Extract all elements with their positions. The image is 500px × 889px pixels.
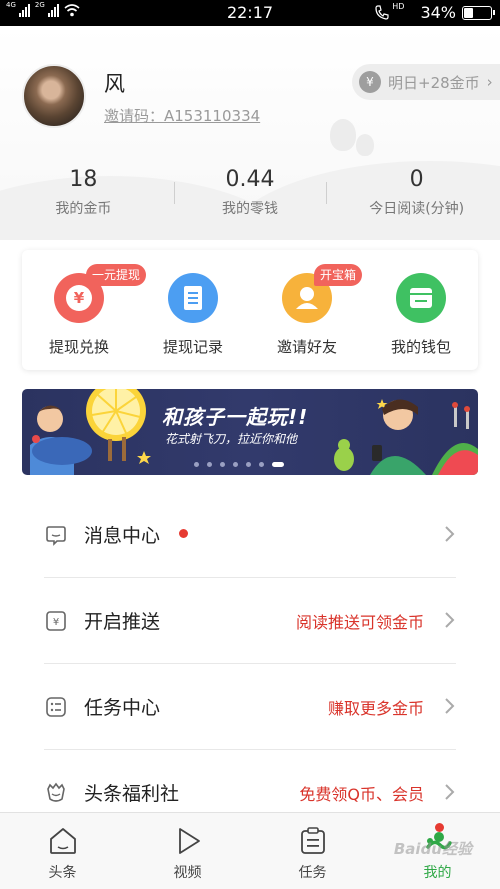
wallet-icon bbox=[396, 273, 446, 323]
avatar[interactable] bbox=[22, 64, 86, 128]
record-icon bbox=[168, 273, 218, 323]
carousel-dot[interactable] bbox=[259, 462, 264, 467]
watermark-logo: Baidu经验 bbox=[393, 840, 472, 858]
promo-banner[interactable]: 和孩子一起玩!! 花式射飞刀，拉近你和他 bbox=[22, 389, 478, 475]
menu-title: 消息中心 bbox=[84, 525, 161, 547]
stat-label: 我的零钱 bbox=[222, 201, 278, 217]
menu-hint: 赚取更多金币 bbox=[327, 699, 424, 718]
carousel-dot[interactable] bbox=[194, 462, 199, 467]
menu-hint: 阅读推送可领金币 bbox=[295, 613, 424, 632]
action-badge: 开宝箱 bbox=[314, 264, 363, 286]
stat-reading[interactable]: 0 今日阅读(分钟) bbox=[333, 166, 500, 226]
push-icon: ¥ bbox=[46, 611, 66, 631]
tab-home[interactable]: 头条 bbox=[0, 813, 125, 889]
chevron-right-icon bbox=[445, 698, 455, 714]
action-label: 提现记录 bbox=[162, 338, 223, 356]
carousel-dot[interactable] bbox=[272, 462, 284, 467]
stat-value: 18 bbox=[69, 167, 98, 192]
banner-subtitle: 花式射飞刀，拉近你和他 bbox=[165, 432, 298, 446]
tomorrow-bonus-button[interactable]: ¥ 明日+28金币 › bbox=[352, 64, 500, 100]
carousel-dot[interactable] bbox=[220, 462, 225, 467]
action-withdraw[interactable]: ¥ 一元提现 提现兑换 bbox=[22, 250, 147, 370]
notification-dot bbox=[435, 823, 444, 832]
wallet-glyph bbox=[410, 288, 432, 308]
action-records[interactable]: 提现记录 bbox=[136, 250, 250, 370]
user-name: 风 bbox=[104, 72, 125, 96]
menu-title: 任务中心 bbox=[84, 697, 161, 719]
chevron-right-icon bbox=[445, 526, 455, 542]
menu-row-tasks[interactable]: 任务中心 赚取更多金币 bbox=[0, 664, 500, 750]
chevron-right-icon bbox=[445, 784, 455, 800]
chevron-right-icon: › bbox=[486, 73, 493, 91]
action-label: 邀请好友 bbox=[276, 338, 337, 356]
task-list-icon bbox=[46, 697, 66, 717]
menu-hint: 免费领Q币、会员 bbox=[299, 785, 424, 804]
action-card: ¥ 一元提现 提现兑换 提现记录 开宝箱 邀请好友 我的钱包 bbox=[22, 250, 478, 370]
menu-title: 开启推送 bbox=[84, 611, 161, 633]
tree-decoration bbox=[356, 134, 374, 156]
banner-title: 和孩子一起玩!! bbox=[162, 405, 309, 429]
action-invite[interactable]: 开宝箱 邀请好友 bbox=[250, 250, 364, 370]
battery-icon bbox=[462, 5, 495, 20]
stats-row: 18 我的金币 0.44 我的零钱 0 今日阅读(分钟) bbox=[0, 166, 500, 226]
stat-coins[interactable]: 18 我的金币 bbox=[0, 166, 167, 226]
carousel-dot[interactable] bbox=[246, 462, 251, 467]
chevron-right-icon bbox=[445, 612, 455, 628]
tab-label: 我的 bbox=[423, 865, 452, 881]
tab-label: 任务 bbox=[298, 865, 327, 881]
tab-video[interactable]: 视频 bbox=[125, 813, 250, 889]
menu-title: 头条福利社 bbox=[84, 783, 180, 805]
welfare-icon bbox=[47, 782, 65, 802]
home-icon bbox=[49, 828, 76, 854]
play-icon bbox=[178, 828, 200, 854]
status-right: HD 34% bbox=[374, 2, 495, 22]
action-wallet[interactable]: 我的钱包 bbox=[364, 250, 478, 370]
bonus-text: 明日+28金币 bbox=[388, 73, 480, 92]
carousel-dots bbox=[194, 462, 284, 467]
menu-row-messages[interactable]: 消息中心 bbox=[0, 492, 500, 578]
divider bbox=[326, 182, 327, 204]
stat-change[interactable]: 0.44 我的零钱 bbox=[167, 166, 334, 226]
tab-tasks[interactable]: 任务 bbox=[250, 813, 375, 889]
unread-dot bbox=[179, 529, 188, 538]
yen-glyph: ¥ bbox=[66, 285, 92, 311]
tab-label: 头条 bbox=[48, 865, 77, 881]
action-label: 提现兑换 bbox=[48, 338, 109, 356]
tab-label: 视频 bbox=[173, 865, 202, 881]
action-label: 我的钱包 bbox=[390, 338, 451, 356]
record-glyph bbox=[184, 286, 202, 310]
menu-row-push[interactable]: ¥ 开启推送 阅读推送可领金币 bbox=[0, 578, 500, 664]
status-bar: 4G 2G 22:17 HD 34% bbox=[0, 0, 500, 26]
coin-icon: ¥ bbox=[359, 71, 381, 93]
stat-value: 0.44 bbox=[225, 167, 275, 192]
svg-text:¥: ¥ bbox=[53, 617, 59, 628]
hd-label: HD bbox=[392, 2, 405, 11]
stat-label: 今日阅读(分钟) bbox=[369, 201, 465, 217]
task-icon bbox=[300, 827, 325, 854]
stat-label: 我的金币 bbox=[55, 201, 112, 217]
tree-decoration bbox=[330, 119, 356, 151]
carousel-dot[interactable] bbox=[207, 462, 212, 467]
message-icon bbox=[46, 526, 66, 546]
stat-value: 0 bbox=[409, 167, 424, 192]
divider bbox=[174, 182, 175, 204]
carousel-dot[interactable] bbox=[233, 462, 238, 467]
invite-code[interactable]: 邀请码：A153110334 bbox=[104, 105, 260, 126]
battery-percent: 34% bbox=[420, 3, 456, 22]
